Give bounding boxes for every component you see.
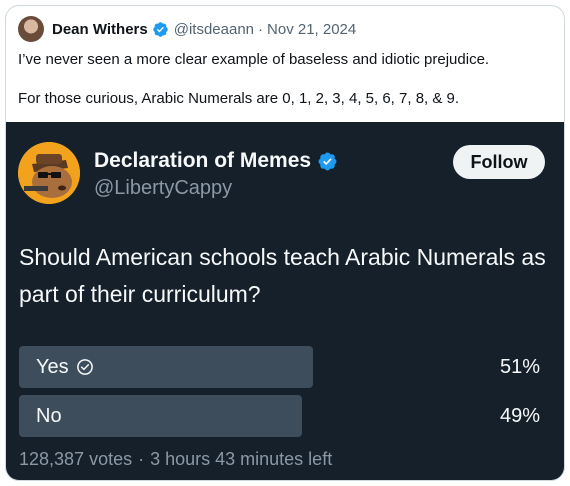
poll-option-percent: 49% [499,405,540,427]
tweet-date[interactable]: Nov 21, 2024 [267,21,356,38]
quote-tweet-card[interactable]: Dean Withers @itsdeaann · Nov 21, 2024 I… [5,5,565,481]
poll-option-percent: 51% [499,356,540,378]
tweet-text-line: I’ve never seen a more clear example of … [18,51,490,68]
poll-option-yes[interactable]: Yes 51% [19,346,554,388]
tweet-text-line: For those curious, Arabic Numerals are 0… [18,90,460,107]
tweet-text: I’ve never seen a more clear example of … [18,50,554,109]
embedded-author-avatar[interactable] [18,142,80,204]
author-handle[interactable]: @itsdeaann [174,21,254,38]
quote-tweet-header: Dean Withers @itsdeaann · Nov 21, 2024 [18,16,356,42]
poll-meta: 128,387 votes · 3 hours 43 minutes left [19,449,332,470]
follow-button[interactable]: Follow [453,145,545,179]
embedded-author-handle[interactable]: @LibertyCappy [94,177,232,200]
embedded-author-name-text: Declaration of Memes [94,149,312,172]
poll-question: Should American schools teach Arabic Num… [19,244,546,307]
verified-badge-icon [152,21,168,37]
poll-option-text: No [36,405,62,427]
author-avatar[interactable] [18,16,44,42]
capybara-avatar-icon [18,142,80,204]
poll-option-text: Yes [36,356,69,378]
poll-option-label: No [36,395,62,437]
poll-vote-count: 128,387 votes [19,449,133,469]
check-circle-icon [76,359,93,375]
poll-option-no[interactable]: No 49% [19,395,554,437]
poll-meta-separator: · [138,449,145,469]
verified-badge-icon [318,152,337,170]
header-separator: · [258,20,264,38]
poll-time-left: 3 hours 43 minutes left [150,449,333,469]
poll-option-label: Yes [36,346,94,388]
embedded-tweet[interactable]: Declaration of Memes @LibertyCappy Follo… [6,122,564,480]
author-name[interactable]: Dean Withers [52,21,148,38]
embedded-author-name[interactable]: Declaration of Memes [94,149,338,173]
